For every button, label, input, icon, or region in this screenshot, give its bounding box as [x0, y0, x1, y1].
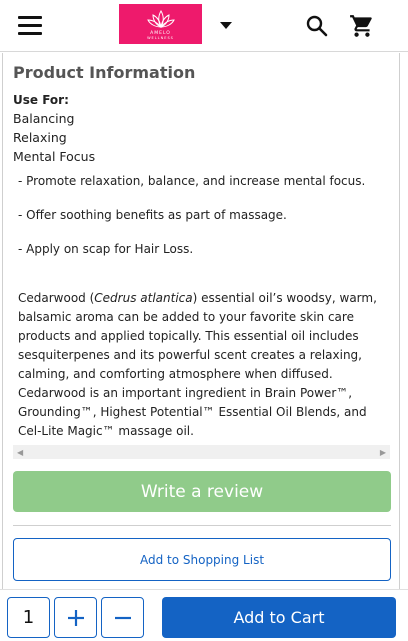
quantity-field[interactable]: 1: [7, 597, 50, 638]
decrease-quantity-button[interactable]: [101, 597, 144, 638]
scroll-right-icon[interactable]: ▶: [380, 448, 386, 457]
increase-quantity-button[interactable]: [54, 597, 97, 638]
add-to-cart-button[interactable]: Add to Cart: [162, 597, 396, 638]
divider: [13, 525, 391, 526]
use-for-item: Balancing: [13, 111, 75, 126]
chevron-down-icon[interactable]: [220, 22, 232, 29]
brand-logo[interactable]: AMELO WELLNESS: [119, 4, 202, 44]
use-for-item: Relaxing: [13, 130, 67, 145]
scroll-left-icon[interactable]: ◀: [17, 448, 23, 457]
logo-subtext: WELLNESS: [147, 36, 174, 40]
lotus-icon: [146, 10, 175, 28]
write-review-button[interactable]: Write a review: [13, 471, 391, 512]
product-description: Cedarwood (Cedrus atlantica) essential o…: [18, 289, 388, 441]
benefit-bullet: - Offer soothing benefits as part of mas…: [18, 208, 287, 222]
menu-icon[interactable]: [18, 16, 42, 36]
botanical-name: Cedrus atlantica: [94, 291, 193, 305]
benefit-bullet: - Apply on scap for Hair Loss.: [18, 242, 194, 256]
cart-icon[interactable]: [349, 13, 375, 39]
use-for-item: Mental Focus: [13, 149, 96, 164]
section-title: Product Information: [13, 63, 196, 82]
description-text: ) essential oil’s woodsy, warm, balsamic…: [18, 291, 377, 438]
add-to-shopping-list-button[interactable]: Add to Shopping List: [13, 538, 391, 581]
minus-icon: [114, 616, 131, 619]
top-header: AMELO WELLNESS: [0, 0, 408, 52]
benefit-bullet: - Promote relaxation, balance, and incre…: [18, 174, 366, 188]
product-information-panel: Product Information Use For: Balancing R…: [2, 53, 400, 589]
plus-icon: [67, 609, 84, 626]
description-text: Cedarwood (: [18, 291, 95, 305]
search-icon[interactable]: [305, 14, 329, 38]
bottom-action-bar: 1 Add to Cart: [0, 589, 408, 641]
horizontal-scrollbar[interactable]: ◀ ▶: [13, 445, 390, 459]
use-for-label: Use For:: [13, 93, 69, 107]
